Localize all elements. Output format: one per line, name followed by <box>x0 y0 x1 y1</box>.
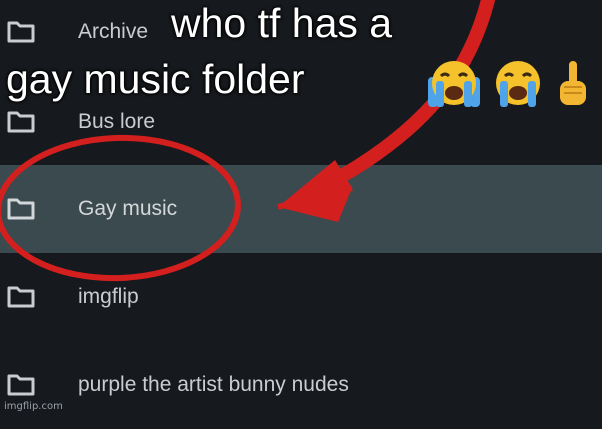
caption-line-1: who tf has a <box>171 0 393 46</box>
caption-line-2: gay music folder <box>6 56 305 102</box>
loudly-crying-face-icon <box>428 61 480 107</box>
folder-label: Gay music <box>78 197 178 220</box>
folder-icon <box>7 111 35 133</box>
imgflip-watermark: imgflip.com <box>4 401 63 412</box>
emoji-row <box>424 56 592 112</box>
meme-caption: who tf has a gay music folder <box>0 0 602 112</box>
folder-row-gay-music[interactable]: Gay music <box>0 165 602 253</box>
folder-icon <box>7 286 35 308</box>
pointing-up-hand-icon <box>560 61 586 105</box>
folder-row-purple[interactable]: purple the artist bunny nudes <box>0 341 602 429</box>
folder-icon <box>7 198 35 220</box>
loudly-crying-face-icon <box>496 61 540 107</box>
folder-label: purple the artist bunny nudes <box>78 373 349 396</box>
folder-label: Bus lore <box>78 110 156 133</box>
folder-label: imgflip <box>78 285 139 308</box>
folder-row-imgflip[interactable]: imgflip <box>0 253 602 341</box>
folder-icon <box>7 374 35 396</box>
